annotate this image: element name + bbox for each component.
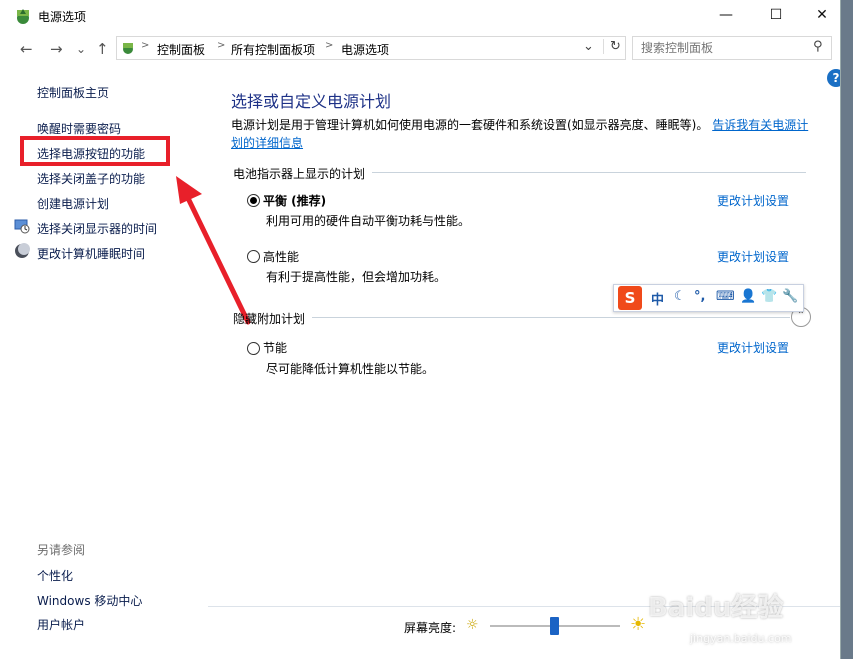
page-title: 选择或自定义电源计划 (231, 92, 392, 111)
power-options-window: 电源选项 — ☐ ✕ ← → ⌄ ↑ > 控制面板 > 所有控制面板项 > 电源… (0, 0, 841, 659)
sleep-moon-icon (15, 243, 30, 258)
back-button[interactable]: ← (20, 40, 33, 58)
plan-name-balanced[interactable]: 平衡 (推荐) (263, 192, 326, 209)
power-options-icon (17, 9, 29, 24)
moon-icon[interactable]: ☾ (674, 289, 686, 304)
address-dropdown-icon[interactable]: ⌄ (583, 39, 594, 54)
up-button[interactable]: ↑ (96, 40, 109, 58)
ime-toolbar: S 中 ☾ °, ⌨ 👤 👕 🔧 (613, 284, 804, 312)
sidebar-item-close-lid[interactable]: 选择关闭盖子的功能 (37, 170, 145, 187)
plan-desc-power-saver: 尽可能降低计算机性能以节能。 (266, 362, 435, 376)
brightness-label: 屏幕亮度: (404, 621, 457, 635)
close-button[interactable]: ✕ (799, 0, 840, 30)
sidebar-item-create-plan[interactable]: 创建电源计划 (37, 195, 109, 212)
change-plan-settings-high-performance[interactable]: 更改计划设置 (717, 248, 789, 265)
refresh-icon[interactable]: ↻ (603, 39, 621, 54)
see-also-heading: 另请参阅 (37, 543, 86, 557)
sidebar-item-sleep-time[interactable]: 更改计算机睡眠时间 (37, 245, 145, 262)
group-divider (312, 317, 790, 318)
title-bar: 电源选项 — ☐ ✕ (0, 0, 840, 32)
see-also-personalization[interactable]: 个性化 (37, 567, 73, 584)
minimize-button[interactable]: — (703, 0, 749, 30)
learn-more-link-part2[interactable]: 划的详细信息 (231, 136, 303, 150)
plan-name-high-performance[interactable]: 高性能 (263, 248, 299, 265)
forward-button[interactable]: → (50, 40, 63, 58)
punctuation-icon[interactable]: °, (694, 289, 705, 304)
window-title: 电源选项 (38, 10, 87, 24)
plan-desc-balanced: 利用可用的硬件自动平衡功耗与性能。 (266, 214, 471, 228)
breadcrumb-power-options[interactable]: 电源选项 (341, 41, 389, 58)
learn-more-link-part1[interactable]: 告诉我有关电源计 (712, 118, 808, 132)
help-icon[interactable]: ? (827, 69, 840, 87)
search-input[interactable] (639, 40, 803, 56)
change-plan-settings-power-saver[interactable]: 更改计划设置 (717, 339, 789, 356)
plan-name-power-saver[interactable]: 节能 (263, 339, 287, 356)
search-icon[interactable]: ⚲ (813, 39, 823, 54)
brightness-slider-thumb[interactable] (549, 617, 559, 635)
highlight-box (20, 136, 170, 166)
change-plan-settings-balanced[interactable]: 更改计划设置 (717, 192, 789, 209)
plan-radio-power-saver[interactable] (247, 342, 260, 355)
tool-wrench-icon[interactable]: 🔧 (782, 289, 798, 304)
sidebar-item-display-off-time[interactable]: 选择关闭显示器的时间 (37, 220, 157, 237)
brightness-low-icon: ☼ (466, 617, 479, 633)
page-description: 电源计划是用于管理计算机如何使用电源的一套硬件和系统设置(如显示器亮度、睡眠等)… (231, 116, 811, 152)
address-box[interactable]: > 控制面板 > 所有控制面板项 > 电源选项 ⌄ ↻ (116, 36, 626, 60)
brightness-high-icon: ☀ (630, 614, 647, 635)
display-off-icon (14, 219, 30, 234)
sogou-logo-icon[interactable]: S (618, 286, 642, 310)
group-divider (372, 172, 806, 173)
group-label-battery-plans: 电池指示器上显示的计划 (233, 167, 366, 181)
breadcrumb-all-items[interactable]: 所有控制面板项 (231, 41, 315, 58)
maximize-button[interactable]: ☐ (753, 0, 799, 30)
skin-shirt-icon[interactable]: 👕 (761, 289, 777, 304)
plan-radio-balanced[interactable] (247, 194, 260, 207)
breadcrumb-separator-icon: > (217, 40, 226, 51)
watermark-url: jingyan.baidu.com (690, 632, 792, 645)
watermark-text: Baidu经验 (648, 593, 784, 623)
breadcrumb-separator-icon: > (141, 40, 150, 51)
sidebar-item-wake-password[interactable]: 唤醒时需要密码 (37, 120, 121, 137)
plan-desc-high-performance: 有利于提高性能，但会增加功耗。 (266, 270, 447, 284)
description-text: 电源计划是用于管理计算机如何使用电源的一套硬件和系统设置(如显示器亮度、睡眠等)… (231, 118, 709, 132)
user-icon[interactable]: 👤 (740, 289, 756, 304)
keyboard-icon[interactable]: ⌨ (716, 289, 735, 304)
plan-radio-high-performance[interactable] (247, 250, 260, 263)
sidebar-home-link[interactable]: 控制面板主页 (37, 84, 109, 101)
breadcrumb-separator-icon: > (325, 40, 334, 51)
group-label-hidden-plans: 隐藏附加计划 (233, 312, 306, 326)
address-bar-row: ← → ⌄ ↑ > 控制面板 > 所有控制面板项 > 电源选项 ⌄ ↻ ⚲ (0, 34, 840, 64)
search-box[interactable]: ⚲ (632, 36, 832, 60)
see-also-user-accounts[interactable]: 用户帐户 (37, 616, 85, 633)
control-panel-icon (123, 43, 133, 54)
see-also-mobility-center[interactable]: Windows 移动中心 (37, 592, 142, 609)
recent-locations-button[interactable]: ⌄ (76, 42, 86, 56)
ime-language-toggle[interactable]: 中 (651, 289, 664, 308)
breadcrumb-control-panel[interactable]: 控制面板 (157, 41, 205, 58)
